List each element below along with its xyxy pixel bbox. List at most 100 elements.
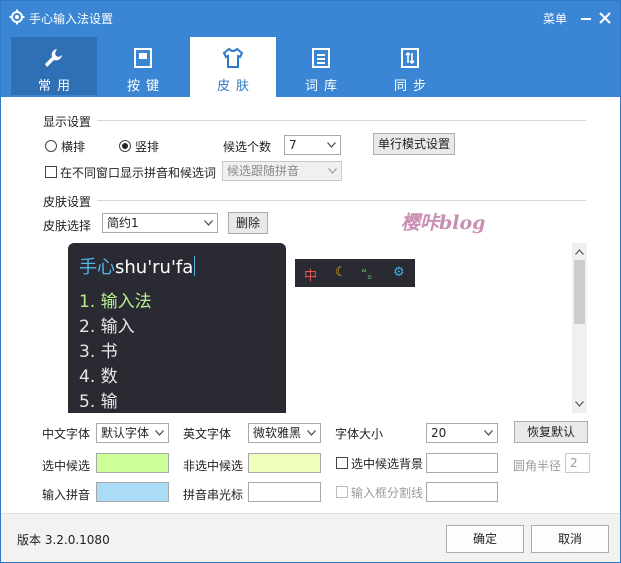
- skin-settings-panel: 显示设置 横排 竖排 候选个数 7 单行模式设置 在不同窗口显示拼音和候选词 候…: [1, 97, 620, 513]
- preview-candidate: 2. 输入: [79, 317, 135, 337]
- preview-candidate: 5. 输: [79, 392, 118, 412]
- preview-candidate: 4. 数: [79, 367, 118, 387]
- chevron-down-icon: [484, 430, 493, 436]
- close-icon[interactable]: [598, 11, 612, 25]
- moon-icon: ☾: [335, 265, 347, 280]
- settings-window: 手心输入法设置 菜单 常用 按键 皮肤 词库 同步 显示设置 横排 竖排 候选个…: [0, 0, 621, 563]
- separate-window-label: 在不同窗口显示拼音和候选词: [60, 166, 217, 180]
- delete-skin-button[interactable]: 删除: [228, 212, 268, 234]
- selected-bg-color[interactable]: [426, 453, 498, 473]
- document-icon: [312, 48, 330, 68]
- footer: 版本 3.2.0.1080 确定 取消: [1, 513, 620, 562]
- vertical-radio[interactable]: [119, 140, 131, 152]
- tab-label: 词库: [304, 79, 343, 94]
- separate-window-checkbox[interactable]: [45, 166, 57, 178]
- gear-icon: [9, 9, 25, 25]
- sync-icon: [401, 48, 419, 68]
- tab-dictionary[interactable]: 词库: [278, 37, 364, 95]
- vertical-label: 竖排: [135, 140, 160, 154]
- selected-candidate-color[interactable]: [96, 453, 169, 473]
- single-line-mode-button[interactable]: 单行模式设置: [373, 133, 455, 155]
- chevron-down-icon: [307, 430, 316, 436]
- tab-keys[interactable]: 按键: [100, 37, 186, 95]
- version-label: 版本 3.2.0.1080: [17, 533, 110, 547]
- tab-bar: 常用 按键 皮肤 词库 同步: [1, 35, 620, 97]
- menu-button[interactable]: 菜单: [543, 10, 567, 27]
- preview-pinyin-text: shu'ru'fa: [115, 257, 194, 278]
- horizontal-label: 横排: [61, 140, 86, 154]
- selected-bg-checkbox[interactable]: [336, 457, 348, 469]
- preview-pinyin-hanzi: 手心: [79, 257, 115, 278]
- tab-label: 常用: [37, 79, 76, 94]
- input-divider-checkbox[interactable]: [336, 486, 348, 498]
- watermark: 樱咔blog: [401, 212, 486, 234]
- tab-label: 同步: [393, 79, 432, 94]
- keyboard-icon: [134, 48, 152, 68]
- preview-caret: [194, 256, 196, 276]
- divider: [97, 120, 586, 121]
- font-size-select[interactable]: 20: [426, 423, 498, 443]
- corner-radius-label: 圆角半径: [513, 459, 562, 473]
- candidate-count-select[interactable]: 7: [284, 135, 341, 155]
- follow-pinyin-value: 候选跟随拼音: [227, 164, 300, 178]
- font-size-label: 字体大小: [335, 427, 384, 441]
- preview-pinyin: 手心shu'ru'fa: [79, 253, 196, 279]
- window-title: 手心输入法设置: [29, 12, 114, 26]
- cn-font-value: 默认字体: [101, 426, 150, 440]
- tab-label: 按键: [126, 79, 165, 94]
- follow-pinyin-select[interactable]: 候选跟随拼音: [222, 161, 342, 181]
- divider: [97, 200, 586, 201]
- restore-default-button[interactable]: 恢复默认: [514, 421, 588, 443]
- en-font-select[interactable]: 微软雅黑: [248, 423, 321, 443]
- tab-common[interactable]: 常用: [11, 37, 97, 95]
- corner-radius-value: 2: [570, 456, 578, 470]
- shirt-icon: [222, 47, 244, 68]
- chevron-up-icon[interactable]: [575, 249, 584, 255]
- preview-status-bar: 中 ☾ “。 ⚙: [295, 259, 415, 287]
- input-divider-color[interactable]: [426, 482, 498, 502]
- caret-label: 拼音串光标: [183, 488, 244, 502]
- cn-font-select[interactable]: 默认字体: [96, 423, 169, 443]
- input-divider-label: 输入框分割线: [351, 486, 424, 500]
- selected-candidate-label: 选中候选: [42, 459, 91, 473]
- wrench-icon: [45, 49, 62, 67]
- ok-button[interactable]: 确定: [446, 525, 524, 553]
- en-font-label: 英文字体: [183, 427, 232, 441]
- chevron-down-icon: [327, 142, 336, 148]
- chevron-down-icon: [328, 168, 337, 174]
- preview-candidate: 3. 书: [79, 342, 118, 362]
- title-bar: 手心输入法设置 菜单: [1, 1, 620, 35]
- candidate-count-value: 7: [289, 138, 297, 152]
- gear-icon: ⚙: [393, 265, 405, 280]
- corner-radius-input[interactable]: 2: [565, 453, 590, 473]
- unselected-candidate-color[interactable]: [248, 453, 321, 473]
- candidate-count-label: 候选个数: [223, 140, 272, 154]
- skin-select[interactable]: 简约1: [102, 213, 218, 233]
- skin-select-value: 简约1: [107, 216, 139, 230]
- selected-bg-label: 选中候选背景: [351, 457, 424, 471]
- tab-sync[interactable]: 同步: [367, 37, 453, 95]
- minimize-icon[interactable]: [579, 11, 593, 25]
- cn-font-label: 中文字体: [42, 427, 91, 441]
- skin-select-label: 皮肤选择: [43, 219, 92, 233]
- scrollbar-thumb[interactable]: [574, 260, 585, 324]
- input-pinyin-label: 输入拼音: [42, 488, 91, 502]
- tab-skin[interactable]: 皮肤: [190, 37, 276, 97]
- horizontal-radio[interactable]: [45, 140, 57, 152]
- input-pinyin-color[interactable]: [96, 482, 169, 502]
- cancel-button[interactable]: 取消: [531, 525, 609, 553]
- skin-preview: 手心shu'ru'fa 1. 输入法 2. 输入 3. 书 4. 数 5. 输: [68, 243, 286, 413]
- preview-candidate: 1. 输入法: [79, 292, 152, 312]
- chinese-mode-indicator: 中: [304, 269, 318, 284]
- caret-color[interactable]: [248, 482, 321, 502]
- chevron-down-icon: [155, 430, 164, 436]
- en-font-value: 微软雅黑: [253, 426, 302, 440]
- punctuation-icon: “。: [361, 267, 380, 281]
- display-section-title: 显示设置: [43, 115, 92, 129]
- unselected-candidate-label: 非选中候选: [183, 459, 244, 473]
- tab-label: 皮肤: [216, 79, 255, 94]
- font-size-value: 20: [431, 426, 447, 440]
- chevron-down-icon: [204, 220, 213, 226]
- chevron-down-icon[interactable]: [575, 401, 584, 407]
- skin-section-title: 皮肤设置: [43, 195, 92, 209]
